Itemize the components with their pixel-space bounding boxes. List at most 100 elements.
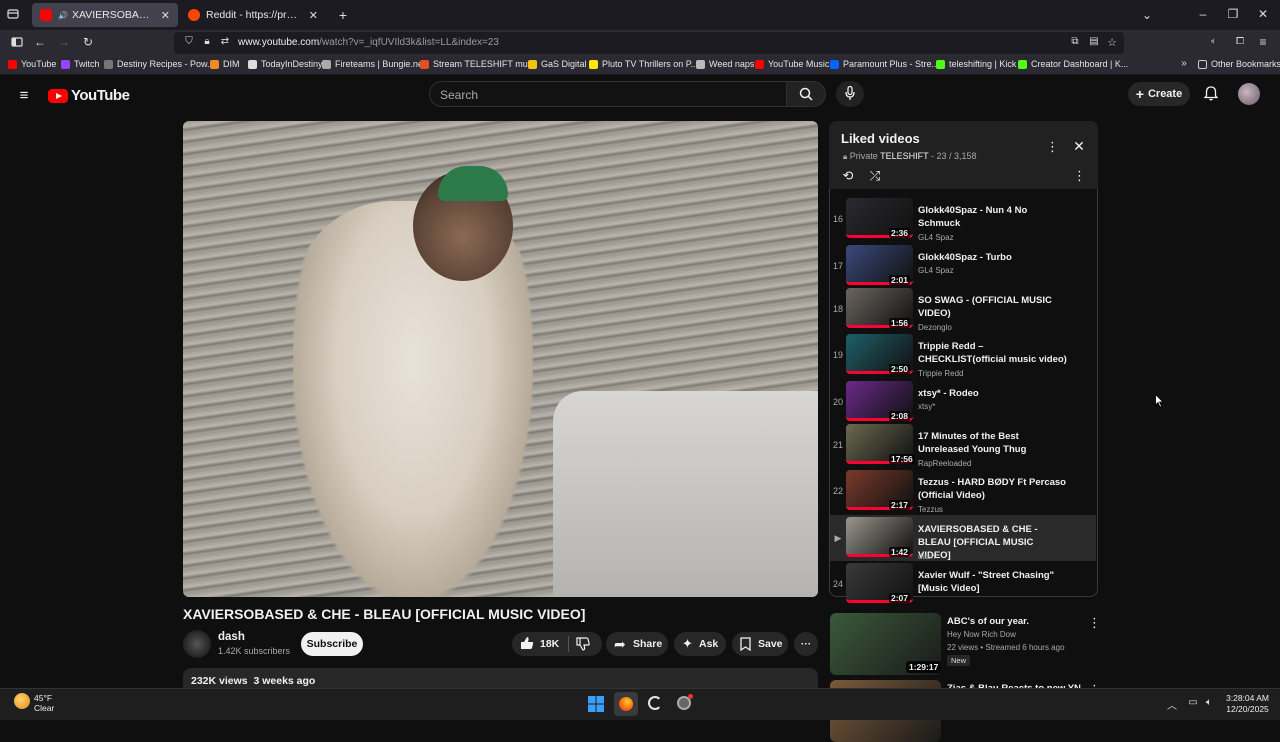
playlist-title[interactable]: Liked videos: [841, 131, 920, 146]
shield-icon[interactable]: ⛉: [183, 36, 195, 47]
lock-icon[interactable]: 🔒︎: [201, 36, 213, 47]
sidebar-toggle-icon[interactable]: [10, 36, 24, 51]
mute-icon[interactable]: 🔈︎: [1208, 36, 1220, 47]
network-icon[interactable]: ▭: [1187, 697, 1199, 708]
voice-search-button[interactable]: [836, 81, 864, 107]
minimize-button[interactable]: –: [1196, 7, 1210, 21]
bookmark-item[interactable]: YouTube Music: [755, 59, 829, 69]
app-icon-c[interactable]: [648, 696, 662, 710]
bookmark-item[interactable]: Destiny Recipes - Pow...: [104, 59, 215, 69]
bookmark-item[interactable]: GaS Digital: [528, 59, 587, 69]
bookmark-item[interactable]: Paramount Plus - Stre...: [830, 59, 939, 69]
playlist-item-title[interactable]: SO SWAG - (OFFICIAL MUSIC VIDEO): [918, 294, 1068, 320]
tab-youtube[interactable]: 🔊 XAVIERSOBASED & CHE - B ✕: [32, 3, 178, 27]
bookmark-item[interactable]: YouTube: [8, 59, 56, 69]
playlist-item-title[interactable]: Trippie Redd – CHECKLIST(official music …: [918, 340, 1068, 366]
like-count[interactable]: 18K: [540, 638, 559, 650]
new-tab-button[interactable]: +: [336, 7, 350, 23]
search-button[interactable]: [786, 81, 826, 107]
picture-in-picture-icon[interactable]: ⧉: [1069, 36, 1081, 47]
bookmark-star-icon[interactable]: ☆: [1106, 36, 1118, 49]
more-actions-button[interactable]: ···: [794, 632, 818, 656]
ask-button[interactable]: ✦ Ask: [674, 632, 726, 656]
save-button[interactable]: Save: [732, 632, 788, 656]
playlist-item[interactable]: 19 2:50 Trippie Redd – CHECKLIST(official …: [830, 332, 1096, 378]
channel-name[interactable]: dash: [218, 631, 245, 643]
bookmark-item[interactable]: Twitch: [61, 59, 100, 69]
playlist-item-title[interactable]: 17 Minutes of the Best Unreleased Young …: [918, 430, 1068, 456]
recommended-channel[interactable]: Hey Now Rich Dow: [947, 630, 1016, 639]
video-player[interactable]: [183, 121, 818, 597]
other-bookmarks[interactable]: Other Bookmarks: [1198, 59, 1280, 69]
playlist-item[interactable]: 18 1:56 SO SWAG - (OFFICIAL MUSIC VIDEO) De…: [830, 286, 1096, 332]
playlist-item[interactable]: 16 2:36 Glokk40Spaz - Nun 4 No Schmuck GL4 …: [830, 196, 1096, 242]
bookmarks-overflow-icon[interactable]: »: [1178, 58, 1190, 69]
bookmark-item[interactable]: DIM: [210, 59, 240, 69]
dislike-button[interactable]: [576, 637, 590, 654]
video-frame-cap: [438, 166, 508, 201]
bookmark-item[interactable]: teleshifting | Kick: [936, 59, 1016, 69]
hamburger-menu-icon[interactable]: ≡: [16, 87, 32, 104]
close-tab-icon[interactable]: ✕: [161, 9, 170, 22]
volume-icon[interactable]: 🔈︎: [1203, 697, 1215, 708]
extensions-icon[interactable]: ⧠: [1234, 36, 1246, 47]
bookmark-item[interactable]: Pluto TV Thrillers on P...: [589, 59, 698, 69]
bookmark-item[interactable]: Stream TELESHIFT mu...: [420, 59, 535, 69]
share-button[interactable]: ➦ Share: [606, 632, 668, 656]
like-button[interactable]: [520, 636, 534, 653]
playlist-item-title[interactable]: Xavier Wulf - "Street Chasing" [Music Vi…: [918, 569, 1068, 595]
youtube-logo[interactable]: YouTube: [48, 87, 130, 104]
playlist-item-title[interactable]: Glokk40Spaz - Turbo: [918, 251, 1068, 264]
playlist-item[interactable]: ▶ 1:42 XAVIERSOBASED & CHE - BLEAU [OFFICI…: [830, 515, 1096, 561]
menu-icon[interactable]: ≡: [1257, 35, 1269, 49]
close-playlist-icon[interactable]: ✕: [1072, 138, 1086, 155]
create-button[interactable]: + Create: [1128, 82, 1190, 106]
playlist-item-title[interactable]: Tezzus - HARD BØDY Ft Percaso (Official …: [918, 476, 1068, 502]
bookmark-item[interactable]: TodayInDestiny: [248, 59, 323, 69]
bookmark-item[interactable]: Fireteams | Bungie.net: [322, 59, 425, 69]
permissions-icon[interactable]: ⇄: [219, 36, 231, 47]
playlist-owner[interactable]: TELESHIFT: [880, 151, 928, 161]
firefox-taskbar-button[interactable]: [614, 692, 638, 716]
playlist-item-title[interactable]: Glokk40Spaz - Nun 4 No Schmuck: [918, 204, 1068, 230]
close-window-button[interactable]: ✕: [1256, 7, 1270, 21]
user-avatar[interactable]: [1238, 83, 1260, 105]
bookmark-item[interactable]: Creator Dashboard | K...: [1018, 59, 1128, 69]
bookmark-label: YouTube Music: [768, 59, 830, 69]
playlist-item[interactable]: 17 2:01 Glokk40Spaz - Turbo GL4 Spaz: [830, 243, 1096, 289]
playlist-item-index: 18: [832, 304, 843, 314]
url-text[interactable]: www.youtube.com/watch?v=_iqfUVIld3k&list…: [238, 37, 499, 48]
shuffle-icon[interactable]: ⤮: [867, 168, 883, 184]
tab-reddit[interactable]: Reddit - https://preview.redd.it/ ✕: [180, 3, 326, 27]
reload-button[interactable]: ↻: [81, 35, 95, 49]
speaker-icon[interactable]: 🔊: [58, 11, 68, 20]
back-button[interactable]: ←: [33, 35, 47, 49]
playlist-item-title[interactable]: XAVIERSOBASED & CHE - BLEAU [OFFICIAL MU…: [918, 523, 1068, 562]
playlist-item-title[interactable]: xtsy* - Rodeo: [918, 387, 1068, 400]
recommended-title[interactable]: ABC's of our year.: [947, 616, 1077, 627]
tab-list-icon[interactable]: [6, 8, 20, 23]
maximize-button[interactable]: ❐: [1226, 7, 1240, 21]
loop-icon[interactable]: ⟲: [840, 168, 856, 184]
taskbar-clock[interactable]: 3:28:04 AM 12/20/2025: [1226, 693, 1269, 715]
playlist-menu-icon[interactable]: ⋮: [1046, 139, 1059, 155]
bookmark-item[interactable]: Weed naps: [696, 59, 754, 69]
tab-overflow-chevron-icon[interactable]: ⌄: [1140, 8, 1154, 22]
forward-button[interactable]: →: [57, 35, 71, 49]
search-input[interactable]: Search: [429, 81, 787, 107]
subscribe-button[interactable]: Subscribe: [301, 632, 363, 656]
tray-overflow-icon[interactable]: ︿: [1166, 697, 1178, 712]
channel-avatar[interactable]: [183, 630, 211, 658]
playlist-item[interactable]: 24 2:07 Xavier Wulf - "Street Chasing" [Mu…: [830, 561, 1096, 603]
playlist-item[interactable]: 21 17:56 17 Minutes of the Best Unreleased…: [830, 422, 1096, 468]
close-tab-icon[interactable]: ✕: [309, 9, 318, 22]
windows-start-icon[interactable]: [588, 696, 604, 717]
playlist-item[interactable]: 20 2:08 xtsy* - Rodeo xtsy*: [830, 379, 1096, 425]
weather-moon-icon[interactable]: [14, 693, 30, 709]
playlist-options-icon[interactable]: ⋮: [1073, 168, 1086, 184]
reader-view-icon[interactable]: ▤: [1088, 36, 1100, 47]
notifications-bell-icon[interactable]: [1203, 86, 1219, 104]
playlist-item[interactable]: 22 2:17 Tezzus - HARD BØDY Ft Percaso (Off…: [830, 468, 1096, 514]
recommended-menu-icon[interactable]: ⋮: [1088, 615, 1101, 631]
weather-widget[interactable]: 45°F Clear: [34, 693, 54, 713]
